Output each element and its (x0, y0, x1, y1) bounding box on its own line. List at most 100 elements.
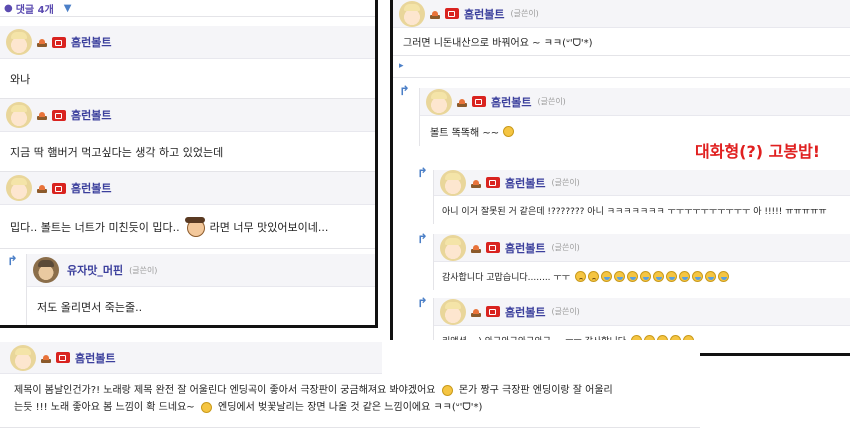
bottom-screenshot-panel: 흠런볼트 제목이 봄날인건가?! 노래랑 제목 완전 잘 어울린다 엔딩곡이 좋… (0, 340, 700, 434)
crying-emoji-icon (626, 270, 638, 282)
author-tag: (글쓴이) (551, 307, 580, 316)
comment-text-part: 몬가 짱구 극장판 엔딩이랑 잘 어울리 (458, 385, 613, 396)
comment-text-part: 볼트 똑똑해 ~~ (430, 127, 500, 139)
comment-item: 흠런볼트 밉다.. 볼트는 너트가 미친듯이 밉다.. 라면 너무 맛있어보이네… (0, 172, 375, 249)
level-icon (456, 97, 468, 107)
comment-author[interactable]: 흠런볼트 (71, 180, 111, 196)
comment-line: 는듯 !!! 노래 좋아요 봄 느낌이 확 드네요~ 엔딩에서 벚꽃날리는 장면… (14, 399, 690, 416)
crying-emoji-icon (639, 270, 651, 282)
level-icon (40, 353, 52, 363)
comment-author[interactable]: 흠런볼트 (464, 6, 504, 22)
comment-author[interactable]: 흠런볼트 (71, 107, 111, 123)
reply-item: 흠런볼트 (글쓴이) 아니 이거 잘못된 거 같은데 !??????? 아니 ㅋ… (433, 169, 850, 224)
live-badge-icon (52, 182, 66, 194)
comment-text-part: 제목이 봄날인건가?! 노래랑 제목 완전 잘 어울린다 엔딩곡이 좋아서 극장… (14, 385, 436, 396)
crying-emoji-icon (704, 270, 716, 282)
comment-text-part: 는듯 !!! 노래 좋아요 봄 느낌이 확 드네요~ (14, 402, 195, 413)
avatar[interactable] (6, 102, 32, 128)
comment-item: 흠런볼트 (글쓴이) 그러면 니돈내산으로 바꿔어요 ~ ㅋㅋ(ᐡ'ᗜ'*) (393, 0, 850, 56)
comment-item: 흠런볼트 지금 딱 햄버거 먹고싶다는 생각 하고 있었는데 (0, 99, 375, 172)
expand-arrow-icon[interactable]: ▸ (399, 61, 404, 71)
comment-author-row: 흠런볼트 (글쓴이) (434, 298, 850, 326)
author-tag: (글쓴이) (129, 265, 158, 275)
comment-item: 흠런볼트 와나 (0, 26, 375, 99)
comment-bubble-icon: ● (4, 2, 13, 14)
collapsed-reply-row[interactable]: ▸ (393, 58, 850, 78)
comment-author-row: 흠런볼트 (0, 26, 375, 59)
live-badge-icon (472, 96, 486, 107)
triangle-down-icon[interactable]: ▼ (64, 3, 72, 14)
comment-text: 밉다.. 볼트는 너트가 미친듯이 밉다.. 라면 너무 맛있어보이네... (0, 205, 375, 249)
comment-text-part: 엔딩에서 벚꽃날리는 장면 나올 것 같은 느낌이에요 ㅋㅋ(ᐡ'ᗜ'*) (218, 402, 483, 413)
comment-text: 와나 (0, 59, 375, 99)
comment-author-row: 흠런볼트 (글쓴이) (420, 88, 850, 116)
crying-emoji-icon (665, 270, 677, 282)
reply-item: 유자맛_머핀 (글쓴이) 저도 올리면서 죽는줄.. (26, 254, 375, 325)
live-badge-icon (52, 109, 66, 121)
comment-author[interactable]: 유자맛_머핀 (67, 262, 123, 278)
crying-emoji-icon (717, 270, 729, 282)
comment-author-row: 유자맛_머핀 (글쓴이) (27, 254, 375, 287)
comment-author[interactable]: 흠런볼트 (505, 304, 545, 320)
comment-author-row: 흠런볼트 (글쓴이) (434, 234, 850, 262)
overlay-caption: 대화형(?) 고봉밥! (695, 142, 821, 161)
author-tag: (글쓴이) (510, 9, 539, 18)
sad-emoji-icon (587, 270, 599, 282)
avatar[interactable] (399, 0, 425, 27)
live-badge-icon (445, 8, 459, 19)
comment-author-row: 흠런볼트 (글쓴이) (434, 169, 850, 196)
level-icon (470, 178, 482, 188)
crying-emoji-icon (678, 270, 690, 282)
avatar[interactable] (6, 175, 32, 201)
avatar[interactable] (440, 234, 466, 261)
avatar[interactable] (440, 169, 466, 196)
comment-text: 지금 딱 햄버거 먹고싶다는 생각 하고 있었는데 (0, 132, 375, 172)
comment-author[interactable]: 흠런볼트 (491, 94, 531, 110)
comment-text: 제목이 봄날인건가?! 노래랑 제목 완전 잘 어울린다 엔딩곡이 좋아서 극장… (0, 374, 700, 428)
avatar[interactable] (6, 29, 32, 55)
crying-emoji-icon (600, 270, 612, 282)
comment-author[interactable]: 흠런볼트 (75, 350, 115, 366)
right-screenshot-panel: 흠런볼트 (글쓴이) 그러면 니돈내산으로 바꿔어요 ~ ㅋㅋ(ᐡ'ᗜ'*) ▸… (390, 0, 850, 356)
comment-author-row: 흠런볼트 (0, 99, 375, 132)
comment-author-row: 흠런볼트 (0, 342, 382, 374)
comment-author[interactable]: 흠런볼트 (505, 175, 545, 191)
reply-arrow-icon: ↱ (417, 296, 428, 311)
live-badge-icon (52, 36, 66, 48)
comment-author[interactable]: 흠런볼트 (71, 34, 111, 50)
avatar[interactable] (440, 298, 466, 325)
author-tag: (글쓴이) (537, 97, 566, 106)
crying-emoji-row (574, 270, 730, 282)
reply-arrow-icon: ↱ (399, 84, 410, 99)
comment-text-part: 밉다.. 볼트는 너트가 미친듯이 밉다.. (10, 220, 180, 234)
reply-arrow-icon: ↱ (417, 232, 428, 247)
avatar[interactable] (10, 344, 36, 371)
comment-text: 감사합니다 고맙습니다........ ㅜㅜ (434, 262, 850, 290)
level-icon (36, 183, 48, 193)
comment-text: 저도 올리면서 죽는줄.. (37, 301, 143, 314)
live-badge-icon (486, 306, 500, 317)
avatar[interactable] (426, 88, 452, 115)
crying-emoji-icon (652, 270, 664, 282)
comment-text-part: 감사합니다 고맙습니다........ ㅜㅜ (442, 272, 570, 283)
author-tag: (글쓴이) (551, 178, 580, 187)
avatar[interactable] (33, 257, 59, 283)
comment-line: 제목이 봄날인건가?! 노래랑 제목 완전 잘 어울린다 엔딩곡이 좋아서 극장… (14, 382, 690, 399)
comment-count-label: 댓글 4개 (15, 4, 54, 16)
level-icon (36, 110, 48, 120)
live-badge-icon (56, 352, 70, 363)
left-screenshot-panel: ● 댓글 4개 ▼ 흠런볼트 와나 흠런볼트 지금 딱 햄버거 먹고싶다는 생각… (0, 0, 378, 328)
comment-text: 아니 이거 잘못된 거 같은데 !??????? 아니 ㅋㅋㅋㅋㅋㅋㅋ ㅜㅜㅜㅜ… (442, 206, 827, 217)
live-badge-icon (486, 177, 500, 188)
comment-author-row: 흠런볼트 (글쓴이) (393, 0, 850, 28)
comment-text-part: 라면 너무 맛있어보이네... (209, 220, 329, 234)
author-tag: (글쓴이) (551, 243, 580, 252)
level-icon (429, 9, 441, 19)
level-icon (36, 37, 48, 47)
comments-header[interactable]: ● 댓글 4개 ▼ (0, 0, 375, 17)
laughing-emoji-icon (503, 125, 515, 137)
comment-author[interactable]: 흠런볼트 (505, 240, 545, 256)
level-icon (470, 307, 482, 317)
smile-emoji-icon (200, 401, 212, 413)
crying-emoji-icon (691, 270, 703, 282)
